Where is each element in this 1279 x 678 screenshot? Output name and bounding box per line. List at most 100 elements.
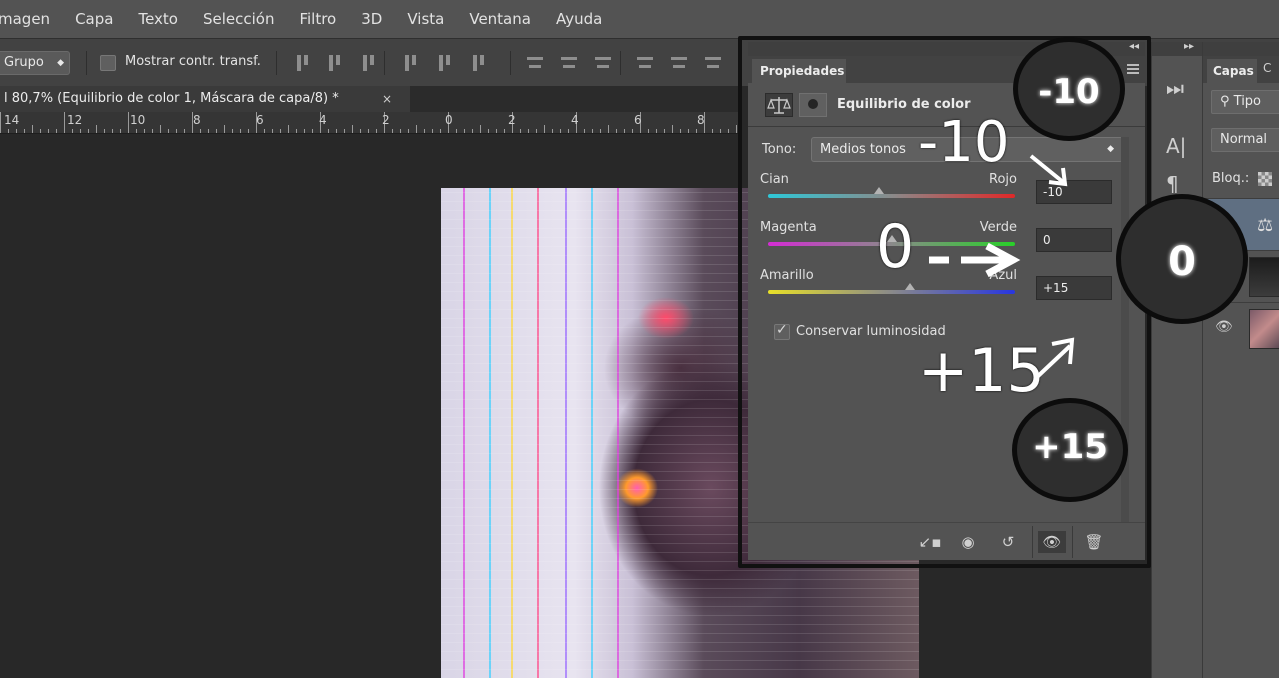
divider [86,51,87,75]
ruler-tick [664,129,665,133]
zoom-bubble-value: 0 [1168,239,1196,285]
scanline [441,669,919,670]
annotation-label: +15 [918,336,1045,406]
character-icon[interactable]: A| [1166,134,1186,158]
ruler-tick [32,125,33,133]
expand-icon[interactable]: ▸▸ [1184,41,1194,52]
ruler-tick [72,129,73,133]
ruler-label: 2 [382,113,390,127]
ruler-tick [360,129,361,133]
ruler-tick [680,129,681,133]
align-icon[interactable] [526,53,544,73]
show-transform-checkbox[interactable] [100,55,116,71]
ruler-label: 6 [256,113,264,127]
menu-item[interactable]: Texto [138,10,178,28]
ruler-tick [520,129,521,133]
ruler-tick [296,129,297,133]
ruler-tick [120,129,121,133]
menu-item[interactable]: Selección [203,10,275,28]
ruler-tick [336,129,337,133]
menu-item[interactable]: Ventana [469,10,531,28]
ruler-tick [536,129,537,133]
ruler-tick [376,129,377,133]
menu-item[interactable]: Filtro [299,10,336,28]
scanline [441,588,919,589]
menu-item[interactable]: Vista [407,10,444,28]
ruler-tick [56,129,57,133]
align-icon[interactable] [594,53,612,73]
menu-item[interactable]: magen [0,10,50,28]
scanline [441,606,919,607]
scanline [441,579,919,580]
ruler-tick [328,129,329,133]
align-icon[interactable] [436,53,454,73]
align-icon[interactable] [360,53,378,73]
glitch-streak [591,188,593,678]
blend-mode-select[interactable]: Normal [1211,128,1279,152]
close-tab-icon[interactable]: × [382,86,392,112]
scanline [441,597,919,598]
menu-item[interactable]: Ayuda [556,10,602,28]
ruler-tick [408,129,409,133]
layer-filter-select[interactable]: ⚲ Tipo [1211,90,1279,114]
visibility-eye-icon[interactable]: 👁 [1215,319,1233,335]
align-icon[interactable] [470,53,488,73]
ruler-tick [96,125,97,133]
scanline [441,633,919,634]
ruler-tick [368,129,369,133]
zoom-bubble-value: -10 [1038,72,1100,112]
ruler-tick [48,129,49,133]
tool-strip: ▸▸ ⏭ A| ¶ [1151,41,1203,678]
ruler-tick [176,129,177,133]
document-tab[interactable]: l 80,7% (Equilibrio de color 1, Máscara … [0,86,410,112]
ruler-tick [400,129,401,133]
ruler-tick [128,112,129,133]
show-transform-label: Mostrar contr. transf. [125,54,261,69]
scanline [441,624,919,625]
zoom-bubble: -10 [1013,37,1125,141]
ruler-tick [40,129,41,133]
panel-top-strip [1152,42,1203,56]
tab-strip [410,86,740,112]
glitch-streak [511,188,513,678]
ruler-tick [224,125,225,133]
ruler-tick [616,129,617,133]
ruler-tick [488,129,489,133]
scanline [441,642,919,643]
align-icon[interactable] [704,53,722,73]
ruler-tick [656,129,657,133]
align-icon[interactable] [402,53,420,73]
layer-filter-value: Tipo [1233,94,1262,109]
align-icon[interactable] [560,53,578,73]
glitch-streak [565,188,567,678]
group-select-label: Grupo [4,55,44,70]
group-select[interactable]: Grupo ◆ [0,51,70,75]
align-icon[interactable] [294,53,312,73]
ruler-label: 8 [193,113,201,127]
tab-layers[interactable]: Capas [1207,59,1257,83]
ruler-tick [552,129,553,133]
ruler-tick [0,112,1,133]
ruler-tick [416,125,417,133]
menu-item[interactable]: 3D [361,10,382,28]
ruler-tick [168,129,169,133]
align-icon[interactable] [326,53,344,73]
align-icon[interactable] [636,53,654,73]
divider [384,51,385,75]
ruler-tick [16,129,17,133]
ruler-tick [232,129,233,133]
history-icon[interactable]: ⏭ [1166,76,1184,100]
ruler-tick [600,129,601,133]
lock-transparency-icon[interactable] [1258,172,1272,186]
horizontal-ruler: 14 12 10 8 6 4 2 0 2 4 6 8 [0,112,740,134]
ruler-tick [64,112,65,133]
ruler-tick [472,129,473,133]
menu-item[interactable]: Capa [75,10,113,28]
tab-channels[interactable]: C [1263,61,1271,75]
paragraph-icon[interactable]: ¶ [1166,172,1179,196]
ruler-tick [728,129,729,133]
ruler-tick [456,129,457,133]
divider [510,51,511,75]
align-icon[interactable] [670,53,688,73]
divider [276,51,277,75]
